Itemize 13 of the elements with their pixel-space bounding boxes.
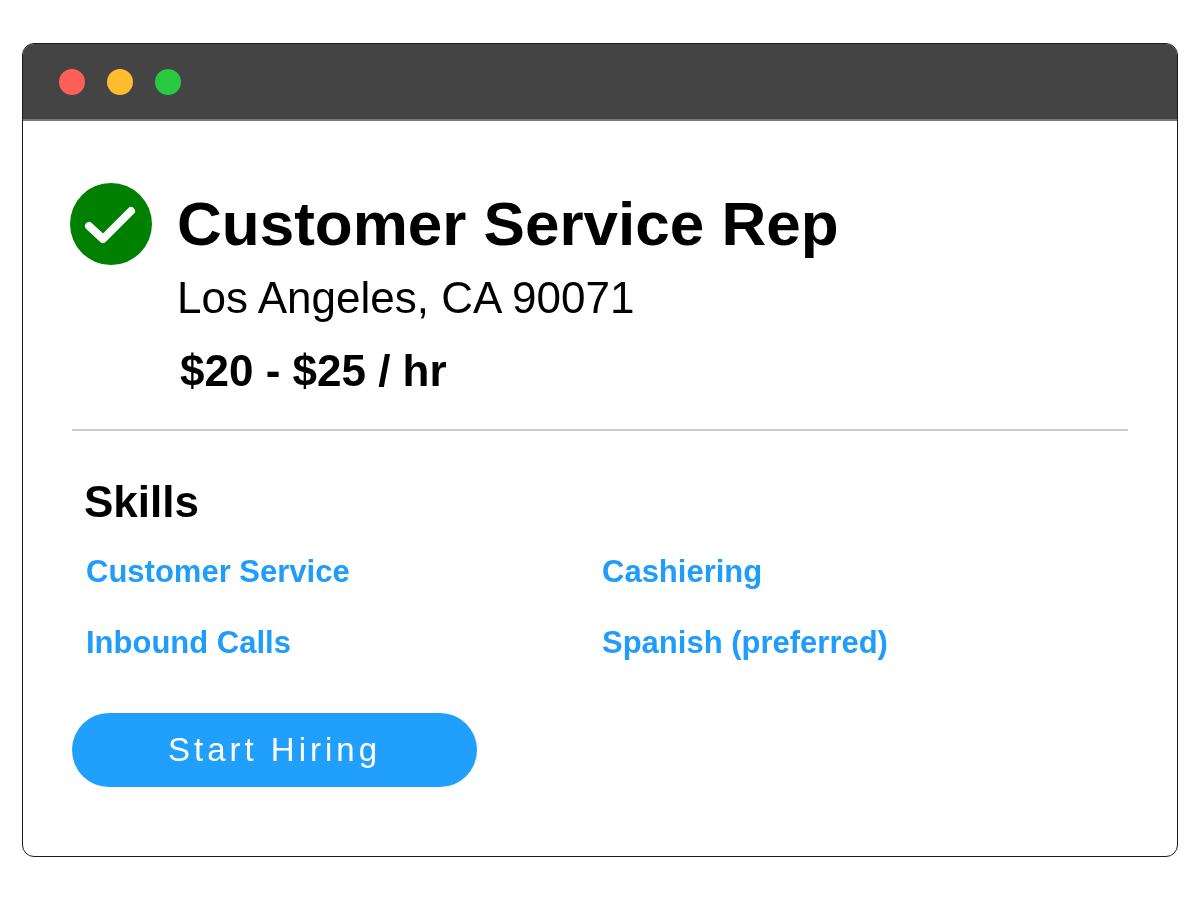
- skill-link[interactable]: Cashiering: [602, 554, 763, 590]
- skill-link[interactable]: Spanish (preferred): [602, 625, 888, 661]
- traffic-light-button[interactable]: [59, 68, 85, 95]
- skill-link[interactable]: Inbound Calls: [86, 625, 291, 661]
- job-location: Los Angeles, CA 90071: [177, 273, 635, 323]
- traffic-light-button[interactable]: [155, 68, 181, 95]
- salary-range: $20 - $25 / hr: [179, 346, 447, 396]
- skills-heading: Skills: [84, 477, 199, 527]
- job-title: Customer Service Rep: [177, 189, 839, 259]
- skill-link[interactable]: Customer Service: [86, 554, 350, 590]
- traffic-light-button[interactable]: [107, 68, 133, 95]
- check-circle-icon: [70, 183, 152, 265]
- start-hiring-button[interactable]: Start Hiring: [72, 713, 477, 787]
